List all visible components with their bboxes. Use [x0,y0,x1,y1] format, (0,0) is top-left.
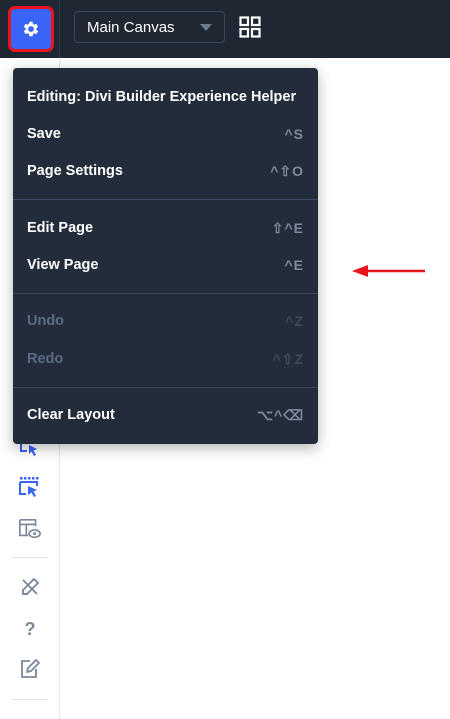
menu-item-label: Undo [27,313,65,329]
menu-item-clear-layout[interactable]: Clear Layout ⌥^⌫ [13,400,318,430]
sidebar-divider [12,699,48,700]
multi-select-icon[interactable] [18,476,42,500]
toolbar-divider [59,0,60,58]
menu-item-undo[interactable]: Undo ^Z [13,306,318,336]
top-toolbar: Main Canvas [0,0,450,58]
menu-item-label: Page Settings [27,163,123,179]
grid-icon[interactable] [239,16,261,38]
menu-item-shortcut: ^S [284,126,304,142]
menu-item-shortcut: ^E [284,257,304,273]
help-icon[interactable]: ? [18,617,42,641]
annotation-arrow-icon [352,265,425,277]
menu-item-label: Clear Layout [27,407,115,423]
menu-item-page-settings[interactable]: Page Settings ^⇧O [13,156,318,186]
menu-divider [13,387,318,388]
menu-item-save[interactable]: Save ^S [13,119,318,149]
menu-header: Editing: Divi Builder Experience Helper [13,82,318,112]
menu-item-edit-page[interactable]: Edit Page ⇧^E [13,213,318,243]
canvas-select-value: Main Canvas [87,18,175,36]
menu-divider [13,199,318,200]
menu-item-label: Redo [27,351,64,367]
settings-menu: Editing: Divi Builder Experience Helper … [13,68,318,444]
menu-item-label: Save [27,126,61,142]
menu-item-view-page[interactable]: View Page ^E [13,250,318,280]
menu-item-shortcut: ⌥^⌫ [256,406,304,423]
menu-item-shortcut: ^Z [285,313,304,329]
menu-item-label: View Page [27,257,99,273]
menu-divider [13,293,318,294]
menu-item-redo[interactable]: Redo ^⇧Z [13,344,318,374]
preview-layout-icon[interactable] [18,517,42,541]
canvas-select[interactable]: Main Canvas [74,11,225,43]
menu-item-shortcut: ^⇧O [270,162,304,179]
chevron-down-icon [200,24,212,31]
menu-item-label: Edit Page [27,220,94,236]
menu-header-label: Editing: Divi Builder Experience Helper [27,89,297,105]
tools-icon[interactable] [18,575,42,599]
settings-button[interactable] [11,9,51,49]
gear-icon [23,21,39,37]
menu-item-shortcut: ^⇧Z [272,350,304,367]
menu-item-shortcut: ⇧^E [271,219,304,236]
edit-icon[interactable] [18,657,42,681]
sidebar-divider [12,557,48,558]
